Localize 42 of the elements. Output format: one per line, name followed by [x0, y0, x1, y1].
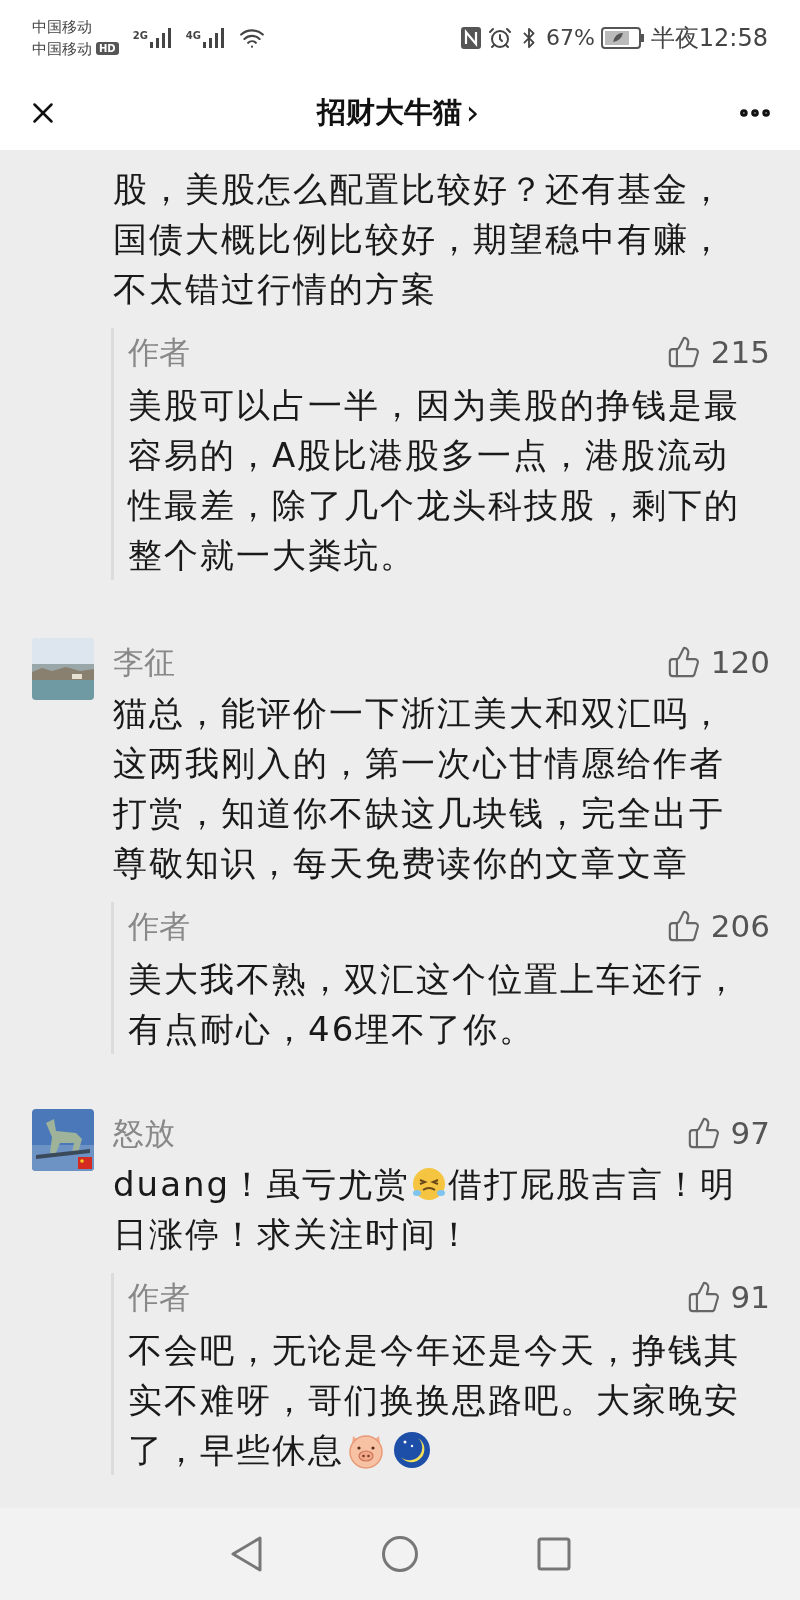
nfc-icon [459, 25, 482, 50]
crescent-moon-emoji-icon [392, 1430, 432, 1470]
comment-text: duang！虽亏尤赏 [113, 1163, 411, 1206]
like-count: 215 [710, 332, 770, 372]
comment-text: 不会吧，无论是今年还是今天，挣钱其实不难呀，哥们换换思路吧。大家晚安 [128, 1329, 741, 1422]
comment-text: 美股可以占一半，因为美股的挣钱是最容易的，A股比港股多一点，港股流动性最差，除了几个龙头科技股，剩下的整个就一大粪坑。 [128, 384, 741, 577]
account-title-link[interactable]: 招财大牛猫› [316, 87, 480, 138]
author-label: 作者 [128, 332, 190, 372]
network-type: 2G [132, 28, 148, 43]
signal-icon [149, 27, 172, 48]
battery-percent: 67% [545, 24, 595, 52]
like-count: 91 [730, 1277, 770, 1317]
like-count: 206 [710, 906, 770, 946]
thumbs-up-icon[interactable] [686, 1116, 721, 1150]
alarm-icon [487, 25, 512, 50]
comment-text: 美大我不熟，双汇这个位置上车还行，有点耐心，46埋不了你。 [128, 958, 741, 1051]
comment-text: 日涨停！求关注时间！ [113, 1213, 473, 1256]
comment-text: 猫总，能评价一下浙江美大和双汇吗，这两我刚入的，第一次心甘情愿给作者打赏，知道你不缺这几块钱，完全出于尊敬知识，每天免费读你的文章文章 [113, 692, 726, 885]
comment-text: 借打屁股吉言！明 [448, 1163, 737, 1206]
back-icon[interactable] [229, 1535, 263, 1573]
hd-badge: HD [96, 42, 119, 55]
commenter-name: 怒放 [113, 1113, 175, 1153]
clock-time: 半夜12:58 [650, 22, 768, 54]
comment-text: 股，美股怎么配置比较好？还有基金，国债大概比例比较好，期望稳中有赚，不太错过行情的方案 [113, 168, 726, 311]
like-count: 120 [710, 642, 770, 682]
like-count: 97 [730, 1113, 770, 1153]
home-icon[interactable] [381, 1535, 419, 1573]
recent-apps-icon[interactable] [537, 1537, 571, 1571]
thumbs-up-icon[interactable] [666, 335, 701, 369]
author-label: 作者 [128, 906, 190, 946]
carrier-name: 中国移动 [32, 16, 93, 38]
commenter-name: 李征 [113, 642, 175, 682]
comment-text: 了，早些休息 [128, 1429, 344, 1472]
thumbs-up-icon[interactable] [666, 645, 701, 679]
thumbs-up-icon[interactable] [666, 909, 701, 943]
signal-icon [203, 27, 225, 48]
network-type: 4G [185, 28, 201, 43]
battery-icon [600, 26, 645, 49]
author-label: 作者 [128, 1277, 190, 1317]
thumbs-up-icon[interactable] [686, 1280, 721, 1314]
carrier-name: 中国移动 [32, 38, 92, 60]
laughing-crying-emoji-icon [411, 1166, 448, 1202]
